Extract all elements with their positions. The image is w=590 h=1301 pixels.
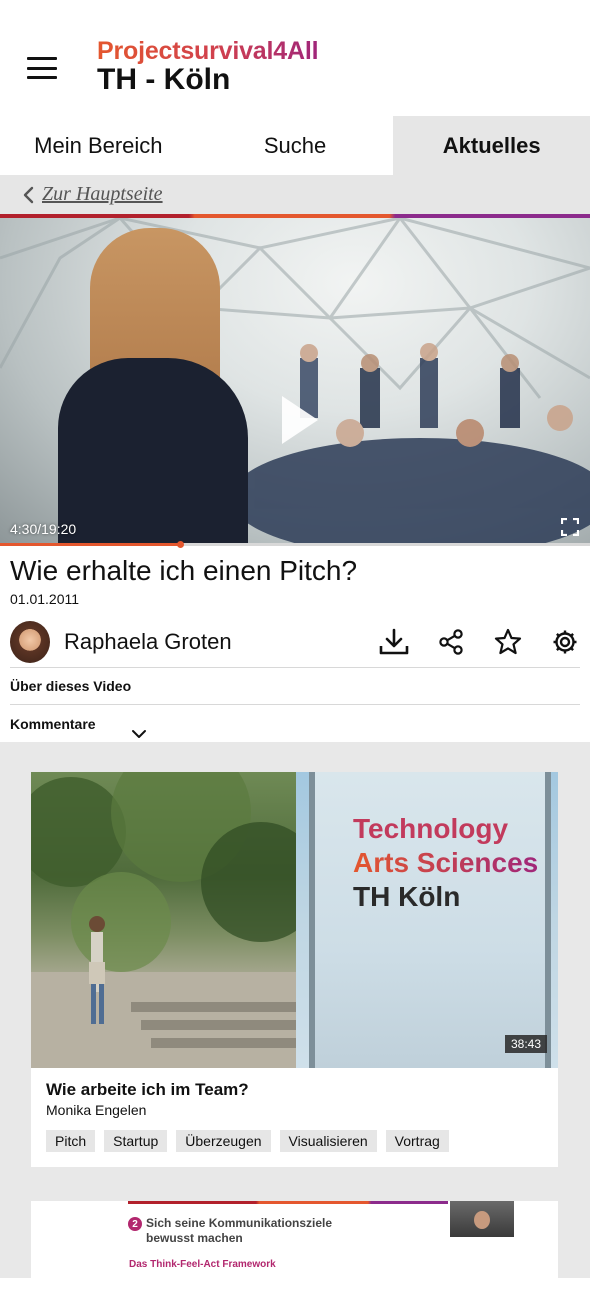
video-progress-fill <box>0 543 180 546</box>
about-video-toggle[interactable]: Über dieses Video <box>10 678 131 694</box>
tab-mein-bereich[interactable]: Mein Bereich <box>0 116 197 175</box>
sign-line-2: Arts Sciences <box>353 847 539 878</box>
video-player[interactable]: 4:30/19:20 <box>0 218 590 543</box>
divider <box>10 704 580 705</box>
avatar[interactable] <box>10 620 50 663</box>
star-icon[interactable] <box>493 627 523 657</box>
divider <box>10 667 580 668</box>
download-icon[interactable] <box>379 627 409 657</box>
brand-logo[interactable]: Projectsurvival4All TH - Köln <box>97 37 319 96</box>
video-feed: Technology Arts Sciences TH Köln 38:43 W… <box>0 742 590 1301</box>
video-thumbnail[interactable]: Technology Arts Sciences TH Köln 38:43 <box>31 772 558 1068</box>
gear-icon[interactable] <box>550 627 580 657</box>
brand-title: Projectsurvival4All <box>97 37 319 65</box>
fullscreen-icon[interactable] <box>561 518 579 536</box>
sign-text: Technology Arts Sciences TH Köln <box>353 812 538 914</box>
slide-subtitle: Das Think-Feel-Act Framework <box>129 1259 276 1270</box>
menu-icon[interactable] <box>27 57 57 79</box>
comments-toggle[interactable]: Kommentare <box>10 716 96 732</box>
sign-line-1: Technology <box>353 813 509 844</box>
chevron-down-icon[interactable] <box>131 729 147 739</box>
tag-vortrag[interactable]: Vortrag <box>385 1130 449 1152</box>
share-icon[interactable] <box>436 627 466 657</box>
presenter-camera <box>450 1201 514 1237</box>
main-tabs: Mein Bereich Suche Aktuelles <box>0 116 590 175</box>
tab-aktuelles[interactable]: Aktuelles <box>393 116 590 175</box>
video-progress-handle[interactable] <box>176 541 184 548</box>
tag-startup[interactable]: Startup <box>104 1130 168 1152</box>
tag-list: Pitch Startup Überzeugen Visualisieren V… <box>46 1130 458 1152</box>
card-author: Monika Engelen <box>46 1102 147 1118</box>
video-date: 01.01.2011 <box>10 591 80 607</box>
play-icon[interactable] <box>282 396 318 444</box>
sign-line-3: TH Köln <box>353 881 461 912</box>
back-bar: Zur Hauptseite <box>0 175 590 214</box>
back-link-label: Zur Hauptseite <box>42 183 163 205</box>
video-actions <box>352 627 580 657</box>
speaker-jacket <box>58 358 248 543</box>
video-time: 4:30/19:20 <box>10 521 77 537</box>
slide-title: Sich seine Kommunikationsziele bewusst m… <box>146 1216 333 1245</box>
tag-ueberzeugen[interactable]: Überzeugen <box>176 1130 271 1152</box>
tag-visualisieren[interactable]: Visualisieren <box>279 1130 377 1152</box>
app-header: Projectsurvival4All TH - Köln <box>0 0 590 116</box>
card-title[interactable]: Wie arbeite ich im Team? <box>46 1080 249 1100</box>
tab-suche[interactable]: Suche <box>197 116 394 175</box>
author-row: Raphaela Groten <box>10 619 580 664</box>
video-title: Wie erhalte ich einen Pitch? <box>10 555 358 586</box>
video-duration: 38:43 <box>505 1035 548 1053</box>
tag-pitch[interactable]: Pitch <box>46 1130 96 1152</box>
video-progress-bar[interactable] <box>0 541 590 548</box>
back-link[interactable]: Zur Hauptseite <box>22 183 163 206</box>
slide-accent-line <box>128 1201 448 1204</box>
video-card[interactable]: 2 Sich seine Kommunikationsziele bewusst… <box>31 1201 558 1301</box>
author-name[interactable]: Raphaela Groten <box>64 629 232 655</box>
step-number-badge: 2 <box>128 1217 142 1231</box>
video-card[interactable]: Technology Arts Sciences TH Köln 38:43 W… <box>31 772 558 1167</box>
trees-illustration <box>31 772 296 1068</box>
chevron-left-icon <box>23 186 34 203</box>
brand-subtitle: TH - Köln <box>97 63 231 96</box>
